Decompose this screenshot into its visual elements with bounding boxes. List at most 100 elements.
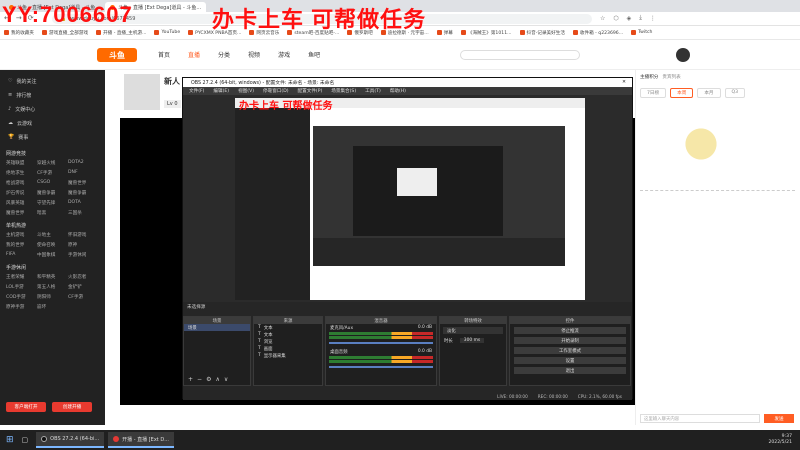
tab-vip[interactable]: 贵宾列表 (662, 74, 680, 80)
bookmark-item[interactable]: 弹幕 (436, 30, 453, 36)
bookmark-item[interactable]: 游戏直播_全部游戏 (41, 30, 88, 36)
transition-select[interactable]: 淡化 (443, 327, 503, 334)
chat-subtab[interactable]: 本周 (670, 88, 694, 98)
category-item[interactable]: 使命召唤 (37, 242, 68, 248)
obs-menu-item[interactable]: 编辑(E) (213, 88, 229, 94)
category-item[interactable]: 绝地求生 (6, 170, 37, 176)
source-item[interactable]: T 文本 (254, 324, 322, 331)
control-button[interactable]: 开始录制 (514, 337, 626, 344)
control-button[interactable]: 工作室模式 (514, 347, 626, 354)
obs-preview[interactable]: 办卡上车 可帮做任务 (235, 98, 585, 300)
sidebar-item-esports[interactable]: 🏆 赛事 (0, 130, 105, 144)
chat-subtab[interactable]: 本月 (697, 88, 721, 98)
add-icon[interactable]: + (188, 376, 193, 383)
shield-icon[interactable]: ◈ (627, 15, 632, 22)
bookmark-item[interactable]: YouTube (154, 30, 180, 35)
source-item[interactable]: T 画面 (254, 345, 322, 352)
category-item[interactable]: 斗地主 (37, 232, 68, 238)
volume-slider[interactable] (329, 342, 433, 344)
category-item[interactable]: 原神 (68, 242, 99, 248)
bookmark-item[interactable]: 收件箱 - q223696... (572, 30, 623, 36)
open-client-button[interactable]: 客户端打开 (6, 402, 46, 412)
up-icon[interactable]: ∧ (215, 376, 219, 383)
category-item[interactable]: 炉石传说 (6, 190, 37, 196)
bookmark-item[interactable]: 抖音-记录美好生活 (519, 30, 565, 36)
nav-link-0[interactable]: 首页 (158, 50, 170, 59)
category-item[interactable]: 守望先锋 (37, 200, 68, 206)
category-item[interactable]: 英雄联盟 (6, 160, 37, 166)
bookmark-item[interactable]: 我的收藏夹 (4, 30, 34, 36)
control-button[interactable]: 停止推流 (514, 327, 626, 334)
nav-link-2[interactable]: 分类 (218, 50, 230, 59)
source-item[interactable]: T 显示器采集 (254, 352, 322, 359)
chat-subtab[interactable]: Q3 (724, 88, 746, 98)
source-item[interactable]: T 文本 (254, 331, 322, 338)
category-item[interactable]: CSGO (37, 180, 68, 186)
star-icon[interactable]: ☆ (600, 15, 605, 22)
control-button[interactable]: 设置 (514, 357, 626, 364)
down-icon[interactable]: ∨ (224, 376, 228, 383)
tab-score[interactable]: 主播积分 (640, 74, 658, 80)
sidebar-item-rank[interactable]: ≡ 排行榜 (0, 88, 105, 102)
category-item[interactable]: 中国象棋 (37, 252, 68, 258)
bookmark-item[interactable]: 《海贼王》第1011... (460, 30, 512, 36)
obs-menu-item[interactable]: 文件(F) (189, 88, 204, 94)
duration-input[interactable]: 300 ms (459, 338, 485, 343)
category-item[interactable]: 火影忍者 (68, 274, 99, 280)
nav-link-5[interactable]: 鱼吧 (308, 50, 320, 59)
sidebar-item-follow[interactable]: ♡ 我的关注 (0, 74, 105, 88)
start-stream-button[interactable]: 创建开播 (52, 402, 92, 412)
search-input[interactable] (460, 50, 580, 60)
extension-icon[interactable]: ⬡ (613, 15, 618, 22)
send-button[interactable]: 发送 (764, 414, 794, 423)
category-item[interactable]: CF手游 (37, 170, 68, 176)
category-item[interactable]: 王者荣耀 (6, 274, 37, 280)
category-item[interactable]: 第五人格 (37, 284, 68, 290)
close-icon[interactable]: ✕ (622, 80, 626, 85)
category-item[interactable]: 魔兽争霸 (68, 190, 99, 196)
bookmark-item[interactable]: 开播 - 直播_主机游... (96, 30, 146, 36)
nav-link-1[interactable]: 直播 (188, 50, 200, 59)
site-logo[interactable]: 斗鱼 (97, 48, 137, 62)
category-item[interactable]: 原神手游 (6, 304, 37, 310)
category-item[interactable]: 和平精英 (37, 274, 68, 280)
category-item[interactable]: CF手游 (68, 294, 99, 300)
category-item[interactable]: COD手游 (6, 294, 37, 300)
download-icon[interactable]: ⤓ (639, 14, 642, 22)
obs-menu-item[interactable]: 工具(T) (365, 88, 381, 94)
category-item[interactable]: 穿越火线 (37, 160, 68, 166)
settings-icon[interactable]: ⚙ (206, 376, 211, 383)
category-item[interactable]: 崩坏 (37, 304, 68, 310)
category-item[interactable]: 风暴英雄 (6, 200, 37, 206)
taskbar-item-obs[interactable]: OBS 27.2.4 (64-bi... (36, 432, 105, 448)
sidebar-item-culture[interactable]: ♪ 文娱中心 (0, 102, 105, 116)
category-item[interactable]: FIFA (6, 252, 37, 258)
category-item[interactable]: DOTA (68, 200, 99, 206)
sidebar-item-cloud-game[interactable]: ☁ 云游戏 (0, 116, 105, 130)
category-item[interactable]: LOL手游 (6, 284, 37, 290)
source-item[interactable]: T 浏览 (254, 338, 322, 345)
category-item[interactable]: 暗黑 (37, 210, 68, 216)
obs-menu-item[interactable]: 场景集合(S) (331, 88, 356, 94)
avatar[interactable] (676, 48, 690, 62)
scene-item[interactable]: 场景 (184, 324, 250, 331)
chat-subtab[interactable]: 7日榜 (640, 88, 667, 98)
windows-start-icon[interactable]: ⊞ (6, 435, 14, 445)
volume-slider[interactable] (329, 366, 433, 368)
obs-menu-item[interactable]: 帮助(H) (390, 88, 406, 94)
category-item[interactable]: 怀旧游戏 (68, 232, 99, 238)
category-item[interactable]: 三国杀 (68, 210, 99, 216)
chat-input[interactable]: 这里输入聊天内容 (640, 414, 760, 423)
obs-menu-item[interactable]: 视图(V) (238, 88, 254, 94)
taskbar-item-browser[interactable]: 开播 - 直播 [Ext D... (108, 432, 174, 448)
category-item[interactable]: DNF (68, 170, 99, 176)
streamer-avatar[interactable] (124, 74, 160, 110)
category-item[interactable]: 手游休闲 (68, 252, 99, 258)
bookmark-item[interactable]: Twitch (631, 30, 652, 35)
obs-menu-item[interactable]: 停靠窗口(D) (263, 88, 289, 94)
category-item[interactable]: 魔兽世界 (6, 210, 37, 216)
category-item[interactable]: DOTA2 (68, 160, 99, 166)
category-item[interactable]: 金铲铲 (68, 284, 99, 290)
category-item[interactable]: 魔兽世界 (68, 180, 99, 186)
category-item[interactable]: 主机游戏 (6, 232, 37, 238)
